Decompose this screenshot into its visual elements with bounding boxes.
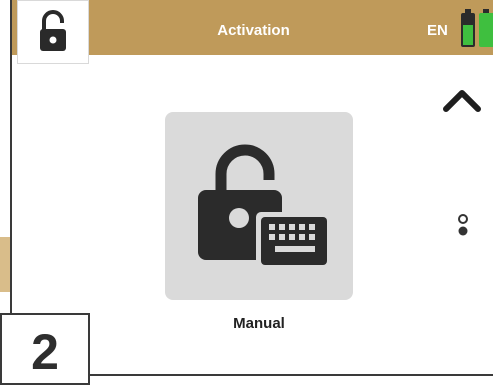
tile-label: Manual xyxy=(233,315,285,332)
lock-open-icon xyxy=(40,10,66,51)
step-number-box: 2 xyxy=(0,313,90,385)
step-number: 2 xyxy=(31,324,59,380)
chevron-up-icon[interactable] xyxy=(442,85,482,113)
manual-unlock-keyboard-icon xyxy=(198,144,332,270)
battery-icon xyxy=(461,9,493,47)
lock-status-button[interactable] xyxy=(17,0,89,64)
manual-activation-tile[interactable] xyxy=(165,112,353,300)
language-indicator[interactable]: EN xyxy=(427,0,448,55)
more-dots-icon[interactable] xyxy=(456,212,470,240)
